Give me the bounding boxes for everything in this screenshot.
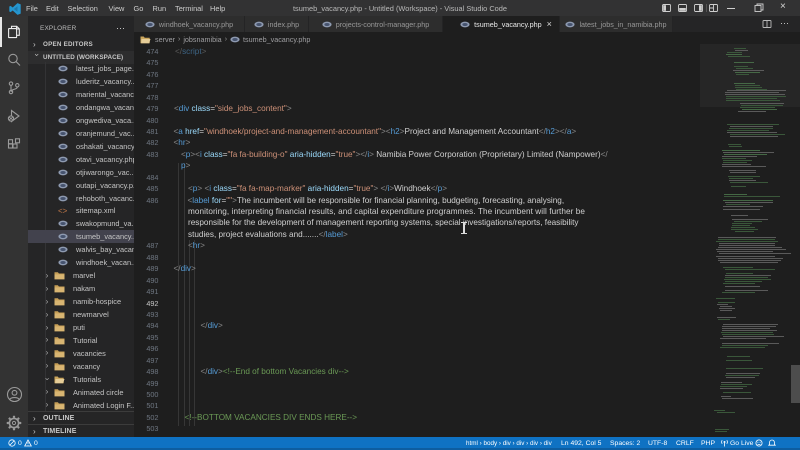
svg-text:<>: <> bbox=[58, 207, 68, 216]
